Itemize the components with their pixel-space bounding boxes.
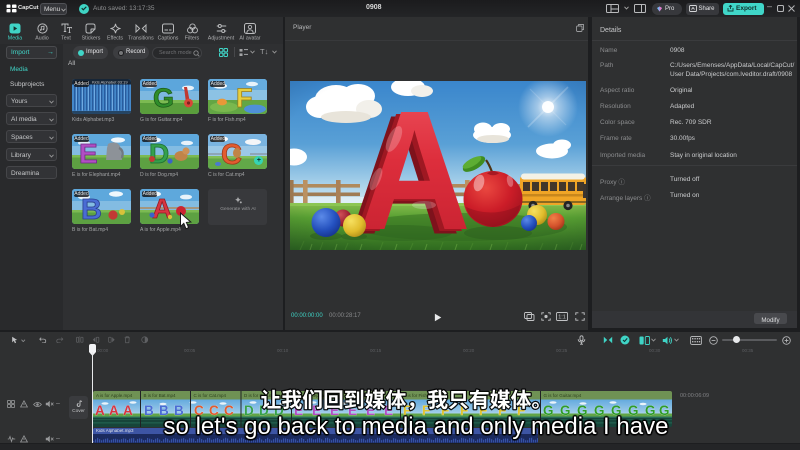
svg-text:F: F: [236, 83, 253, 113]
svg-text:C is for Cat.mp4: C is for Cat.mp4: [193, 393, 226, 398]
svg-text:A: A: [95, 403, 105, 418]
svg-text:1:1: 1:1: [558, 315, 566, 321]
svg-text:A: A: [109, 403, 119, 418]
svg-text:A: A: [123, 403, 133, 418]
svg-text:G: G: [153, 83, 174, 113]
svg-text:E: E: [79, 138, 98, 169]
svg-text:G is for Guitar.mp4: G is for Guitar.mp4: [543, 393, 581, 398]
svg-text:B: B: [81, 194, 102, 224]
svg-text:A is for Apple.mp4: A is for Apple.mp4: [96, 393, 133, 398]
svg-text:D: D: [149, 138, 169, 169]
svg-text:A: A: [152, 193, 172, 224]
svg-text:B is for Bat.mp4: B is for Bat.mp4: [143, 393, 176, 398]
svg-text:Kids Alphabet 03:19: Kids Alphabet 03:19: [92, 79, 128, 84]
svg-text:B: B: [144, 403, 154, 418]
